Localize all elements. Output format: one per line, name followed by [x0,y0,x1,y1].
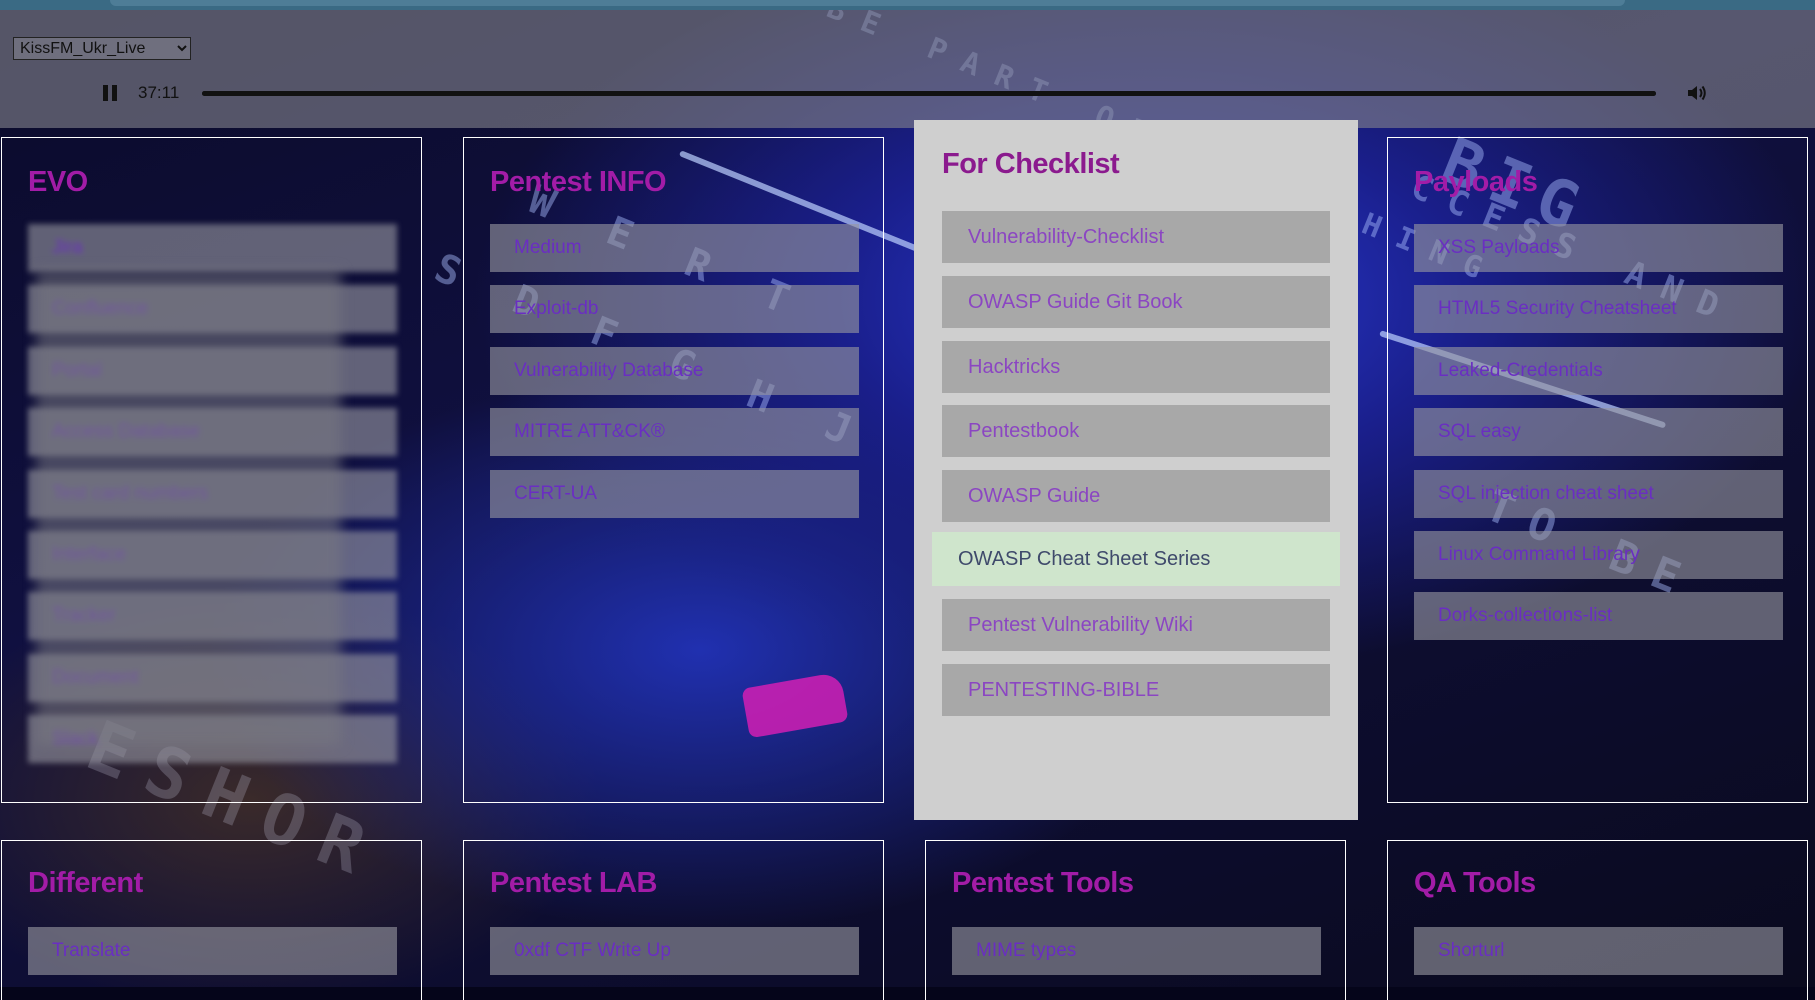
current-time: 37:11 [138,83,180,102]
station-select[interactable]: KissFM_Ukr_Live [13,37,191,60]
evo-link[interactable]: Jira [28,224,397,272]
pentest-info-link[interactable]: CERT-UA [490,470,859,518]
checklist-link-hovered[interactable]: OWASP Cheat Sheet Series [932,532,1340,586]
section-title: Pentest Tools [952,867,1134,899]
payloads-link[interactable]: HTML5 Security Cheatsheet [1414,285,1783,333]
section-qa-tools: QA Tools Shorturl [1387,840,1808,1000]
redaction-blur [36,270,341,745]
checklist-link[interactable]: PENTESTING-BIBLE [942,664,1330,716]
section-pentest-info: Pentest INFO Medium Exploit-db Vulnerabi… [463,137,884,803]
section-title: Pentest INFO [490,166,667,198]
audio-player-bar: KissFM_Ukr_Live 37:11 [0,10,1815,128]
qa-tools-link[interactable]: Shorturl [1414,927,1783,975]
top-strip [0,0,1815,10]
checklist-link[interactable]: OWASP Guide [942,470,1330,522]
pentest-info-link[interactable]: Medium [490,224,859,272]
pentest-tools-link[interactable]: MIME types [952,927,1321,975]
payloads-link[interactable]: Leaked-Credentials [1414,347,1783,395]
section-title: Payloads [1414,166,1538,198]
checklist-link[interactable]: OWASP Guide Git Book [942,276,1330,328]
different-link[interactable]: Translate [28,927,397,975]
section-pentest-tools: Pentest Tools MIME types [925,840,1346,1000]
payloads-link[interactable]: SQL injection cheat sheet [1414,470,1783,518]
section-for-checklist: For Checklist Vulnerability-Checklist OW… [914,120,1358,820]
section-title: Different [28,867,143,899]
section-different: Different Translate [1,840,422,1000]
volume-icon[interactable] [1686,83,1708,103]
checklist-link[interactable]: Pentestbook [942,405,1330,457]
audio-controls: 37:11 [0,72,1815,114]
section-title: EVO [28,166,88,198]
payloads-link[interactable]: Linux Command Library [1414,531,1783,579]
section-title: For Checklist [942,148,1120,180]
payloads-link[interactable]: SQL easy [1414,408,1783,456]
section-payloads: Payloads XSS Payloads HTML5 Security Che… [1387,137,1808,803]
pentest-info-link[interactable]: Vulnerability Database [490,347,859,395]
section-title: Pentest LAB [490,867,657,899]
pentest-lab-link[interactable]: 0xdf CTF Write Up [490,927,859,975]
pause-icon[interactable] [103,85,119,101]
payloads-link[interactable]: XSS Payloads [1414,224,1783,272]
section-pentest-lab: Pentest LAB 0xdf CTF Write Up [463,840,884,1000]
pentest-info-link[interactable]: MITRE ATT&CK® [490,408,859,456]
audio-progress-bar[interactable] [202,91,1656,96]
checklist-link[interactable]: Pentest Vulnerability Wiki [942,599,1330,651]
pentest-info-link[interactable]: Exploit-db [490,285,859,333]
checklist-link[interactable]: Hacktricks [942,341,1330,393]
checklist-link[interactable]: Vulnerability-Checklist [942,211,1330,263]
payloads-link[interactable]: Dorks-collections-list [1414,592,1783,640]
section-title: QA Tools [1414,867,1536,899]
audio-progress-fill [202,91,1656,96]
